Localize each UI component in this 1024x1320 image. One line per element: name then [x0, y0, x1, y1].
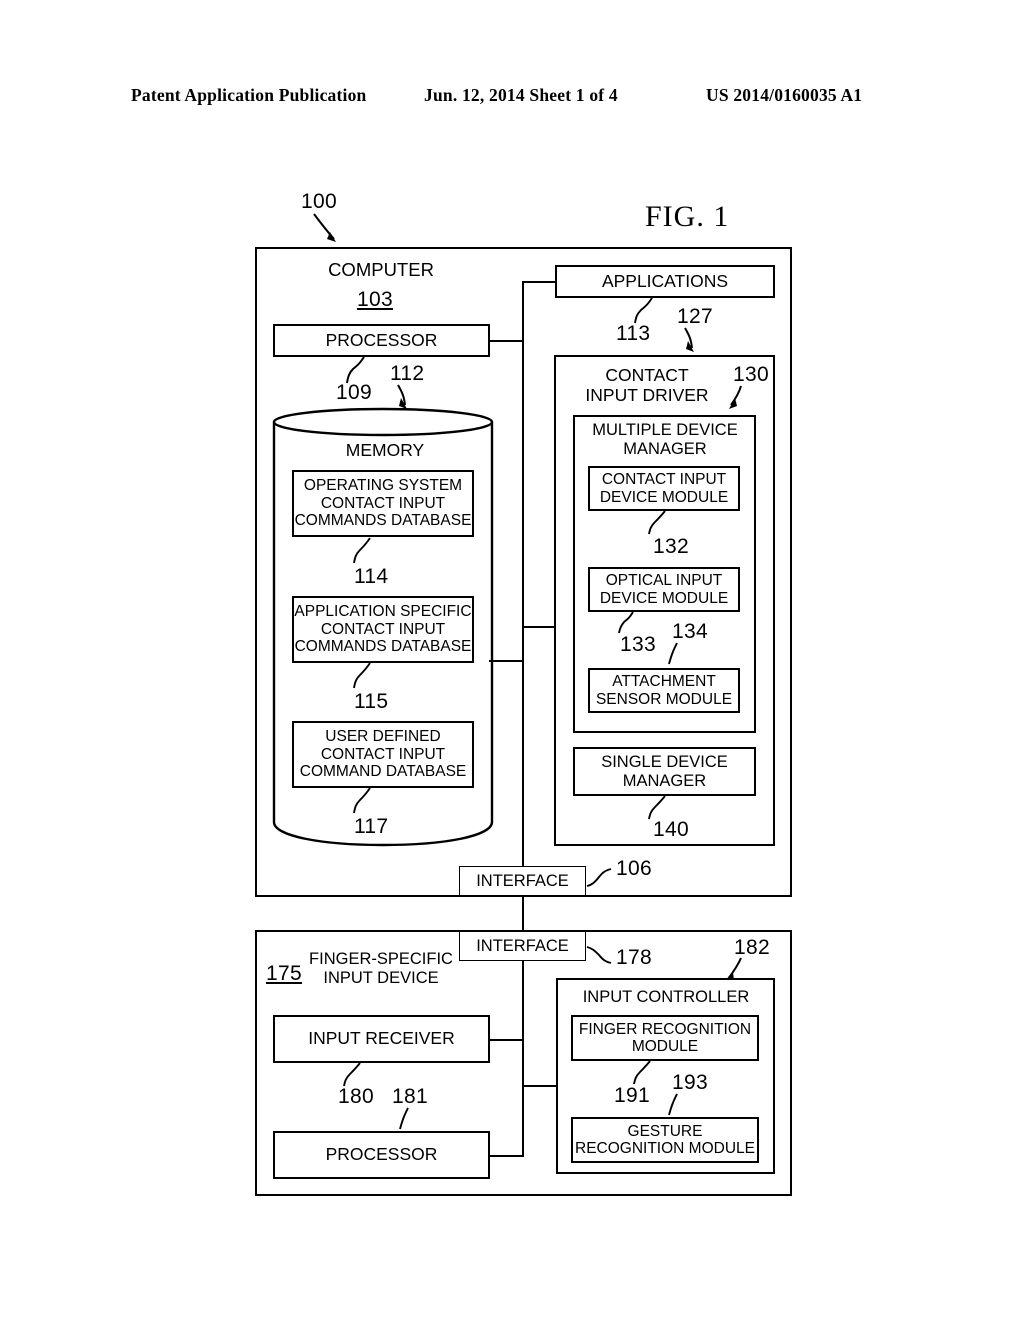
- ref-132: 132: [653, 535, 689, 558]
- ref-134: 134: [672, 620, 708, 643]
- bus-applications-link: [522, 281, 557, 283]
- ref-117: 117: [354, 815, 389, 838]
- db-application-specific-label: APPLICATION SPECIFIC CONTACT INPUT COMMA…: [294, 603, 472, 656]
- bus-input-receiver-link: [489, 1039, 524, 1041]
- bus-driver-link: [522, 626, 556, 628]
- gesture-recognition-module-box: GESTURE RECOGNITION MODULE: [571, 1117, 759, 1163]
- ref-103: 103: [357, 288, 393, 311]
- gesture-recognition-module-label: GESTURE RECOGNITION MODULE: [575, 1122, 755, 1157]
- single-device-manager-label: SINGLE DEVICE MANAGER: [601, 753, 728, 790]
- ref-178: 178: [616, 946, 652, 969]
- input-device-interface-box: INTERFACE: [459, 931, 586, 961]
- figure-label: FIG. 1: [645, 200, 730, 233]
- bus-processor-link: [489, 340, 524, 342]
- finger-recognition-module-box: FINGER RECOGNITION MODULE: [571, 1015, 759, 1061]
- optical-input-device-module-label: OPTICAL INPUT DEVICE MODULE: [599, 572, 729, 607]
- finger-recognition-module-label: FINGER RECOGNITION MODULE: [578, 1020, 752, 1055]
- contact-input-device-module-box: CONTACT INPUT DEVICE MODULE: [588, 466, 740, 511]
- computer-title: COMPUTER: [328, 259, 434, 280]
- bus-vertical-main: [522, 281, 524, 898]
- ref-191: 191: [614, 1084, 650, 1107]
- ref-112: 112: [390, 362, 425, 385]
- ref-114: 114: [354, 565, 389, 588]
- db-application-specific-box: APPLICATION SPECIFIC CONTACT INPUT COMMA…: [292, 596, 474, 663]
- ref-130: 130: [733, 363, 769, 386]
- header-left: Patent Application Publication: [131, 85, 367, 105]
- db-user-defined-box: USER DEFINED CONTACT INPUT COMMAND DATAB…: [292, 721, 474, 788]
- header-middle: Jun. 12, 2014 Sheet 1 of 4: [424, 85, 618, 105]
- patent-figure-page: Patent Application Publication Jun. 12, …: [0, 0, 1024, 1320]
- ref-127: 127: [677, 305, 713, 328]
- multiple-device-manager-label: MULTIPLE DEVICE MANAGER: [592, 421, 738, 458]
- attachment-sensor-module-label: ATTACHMENT SENSOR MODULE: [595, 673, 733, 708]
- processor-box: PROCESSOR: [273, 324, 490, 357]
- bus-input-controller-link: [522, 1085, 558, 1087]
- memory-label: MEMORY: [345, 440, 425, 460]
- ref-100: 100: [301, 190, 337, 213]
- contact-input-device-module-label: CONTACT INPUT DEVICE MODULE: [599, 471, 729, 506]
- optical-input-device-module-box: OPTICAL INPUT DEVICE MODULE: [588, 567, 740, 612]
- bus-vertical-input-device: [522, 961, 524, 1155]
- contact-input-driver-label: CONTACT INPUT DRIVER: [585, 365, 709, 406]
- ref-115: 115: [354, 690, 389, 713]
- bus-inter-device-link: [522, 896, 524, 932]
- ref-109: 109: [336, 381, 372, 404]
- ref-193: 193: [672, 1071, 708, 1094]
- ref-180: 180: [338, 1085, 374, 1108]
- computer-interface-box: INTERFACE: [459, 866, 586, 896]
- db-operating-system-label: OPERATING SYSTEM CONTACT INPUT COMMANDS …: [294, 477, 472, 530]
- single-device-manager-box: SINGLE DEVICE MANAGER: [573, 747, 756, 796]
- ref-182: 182: [734, 936, 770, 959]
- bus-input-processor-link: [489, 1155, 524, 1157]
- header-right: US 2014/0160035 A1: [706, 85, 863, 105]
- input-device-processor-box: PROCESSOR: [273, 1131, 490, 1179]
- ref-140: 140: [653, 818, 689, 841]
- input-device-title: FINGER-SPECIFIC INPUT DEVICE: [309, 950, 453, 987]
- ref-113: 113: [616, 322, 651, 345]
- attachment-sensor-module-box: ATTACHMENT SENSOR MODULE: [588, 668, 740, 713]
- ref-106: 106: [616, 857, 652, 880]
- input-receiver-box: INPUT RECEIVER: [273, 1015, 490, 1063]
- db-user-defined-label: USER DEFINED CONTACT INPUT COMMAND DATAB…: [299, 728, 467, 781]
- ref-181: 181: [392, 1085, 428, 1108]
- applications-box: APPLICATIONS: [555, 265, 775, 298]
- bus-memory-link: [489, 660, 524, 662]
- input-controller-label: INPUT CONTROLLER: [582, 988, 750, 1006]
- ref-133: 133: [620, 633, 656, 656]
- ref-175: 175: [266, 962, 302, 985]
- leader-100: [310, 212, 350, 252]
- db-operating-system-box: OPERATING SYSTEM CONTACT INPUT COMMANDS …: [292, 470, 474, 537]
